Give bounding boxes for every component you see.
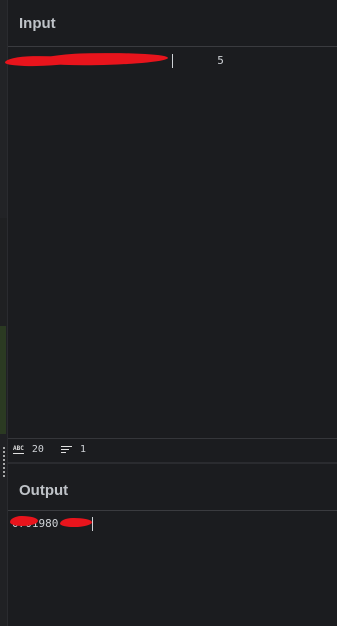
- text-cursor: [172, 54, 173, 68]
- gutter-band: [0, 218, 7, 326]
- length-value: 20: [31, 444, 44, 455]
- app-root: Input 5 ABC 20 1 Output: [0, 0, 337, 626]
- lines-value: 1: [80, 444, 87, 455]
- output-pane-title: Output: [19, 482, 69, 499]
- text-cursor: [92, 517, 93, 531]
- input-pane: Input 5: [4, 0, 337, 438]
- redaction-mark: [59, 517, 93, 528]
- input-pane-title: Input: [19, 15, 56, 32]
- output-pane-header: Output: [8, 464, 337, 511]
- gutter-highlight: [0, 326, 6, 434]
- lines-icon: [61, 445, 72, 454]
- abc-icon: ABC: [13, 444, 24, 454]
- length-indicator[interactable]: ABC 20: [13, 444, 44, 455]
- resize-handle[interactable]: [3, 446, 5, 478]
- input-editor[interactable]: 5: [4, 47, 337, 438]
- lines-indicator[interactable]: 1: [61, 444, 86, 455]
- gutter-band: [0, 0, 7, 218]
- input-status-bar: ABC 20 1: [8, 438, 337, 464]
- output-editor[interactable]: 0701980: [8, 511, 337, 626]
- left-gutter: [0, 0, 8, 626]
- output-pane: Output 0701980: [8, 464, 337, 626]
- input-pane-header: Input: [8, 0, 337, 47]
